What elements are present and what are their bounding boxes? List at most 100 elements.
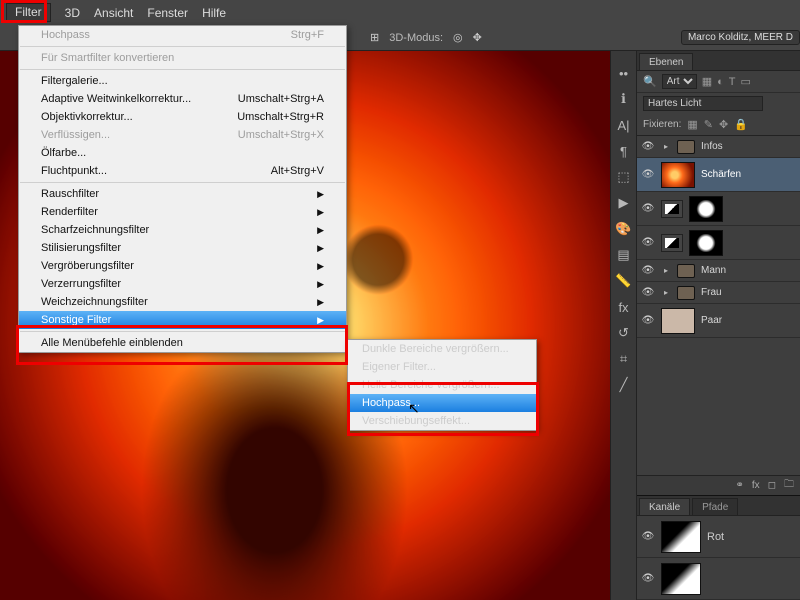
character-icon[interactable]: A|: [616, 117, 632, 133]
lock-all-icon[interactable]: 🔒: [734, 118, 748, 131]
lock-pixels-icon[interactable]: ✎: [704, 118, 713, 131]
visibility-toggle[interactable]: 👁: [641, 315, 655, 326]
menu-stilisierungsfilter[interactable]: Stilisierungsfilter▶: [19, 239, 346, 257]
collapse-icon[interactable]: ••: [616, 65, 632, 81]
panel-icon-strip: •• ℹ A| ¶ ⬚ ▶ 🎨 ▤ 📏 fx ↺ ⌗ ╱: [610, 51, 636, 600]
twirl-icon[interactable]: ▸: [661, 266, 671, 275]
menu-adaptive-weitwinkel[interactable]: Adaptive Weitwinkelkorrektur...Umschalt+…: [19, 90, 346, 108]
layer-group-mann[interactable]: 👁 ▸ Mann: [637, 260, 800, 282]
menu-show-all[interactable]: Alle Menübefehle einblenden: [19, 334, 346, 352]
layer-fx-icon[interactable]: fx: [752, 480, 760, 491]
layer-schaerfen[interactable]: 👁 Schärfen: [637, 158, 800, 192]
submenu-verschiebungseffekt[interactable]: Verschiebungseffekt...: [348, 412, 536, 430]
menu-scharfzeichnungsfilter[interactable]: Scharfzeichnungsfilter▶: [19, 221, 346, 239]
menu-hilfe[interactable]: Hilfe: [202, 6, 226, 20]
menubar: Filter 3D Ansicht Fenster Hilfe: [0, 0, 800, 25]
filter-type-icon[interactable]: T: [729, 76, 736, 88]
menu-filter[interactable]: Filter: [6, 3, 51, 22]
visibility-toggle[interactable]: 👁: [641, 531, 655, 542]
visibility-toggle[interactable]: 👁: [641, 287, 655, 298]
layer-group-frau[interactable]: 👁 ▸ Frau: [637, 282, 800, 304]
layers-footer: ⚭ fx ◻ 🗀: [637, 475, 800, 495]
history-icon[interactable]: ↺: [616, 325, 632, 341]
twirl-icon[interactable]: ▸: [661, 288, 671, 297]
submenu-eigener-filter[interactable]: Eigener Filter...: [348, 358, 536, 376]
layer-paar[interactable]: 👁 Paar: [637, 304, 800, 338]
layer-kind-select[interactable]: Art: [662, 74, 697, 89]
layer-thumbnail: [661, 308, 695, 334]
layer-adjustment-2[interactable]: 👁: [637, 226, 800, 260]
orbit-icon[interactable]: ◎: [453, 31, 463, 44]
submenu-helle-bereiche[interactable]: Helle Bereiche vergrößern...: [348, 376, 536, 394]
submenu-hochpass[interactable]: Hochpass...: [348, 394, 536, 412]
lock-position-icon[interactable]: ✥: [719, 118, 728, 131]
layer-adjustment-1[interactable]: 👁: [637, 192, 800, 226]
search-icon: 🔍: [643, 75, 657, 88]
adjustment-thumbnail: [661, 200, 683, 218]
info-icon[interactable]: ℹ: [616, 91, 632, 107]
visibility-toggle[interactable]: 👁: [641, 169, 655, 180]
3d-icon[interactable]: ⬚: [616, 169, 632, 185]
adjustment-thumbnail: [661, 234, 683, 252]
menu-sonstige-filter[interactable]: Sonstige Filter▶: [19, 311, 346, 329]
lock-transparency-icon[interactable]: ▦: [687, 118, 697, 131]
filter-menu: HochpassStrg+F Für Smartfilter konvertie…: [18, 25, 347, 353]
menu-fenster[interactable]: Fenster: [147, 6, 188, 20]
menu-verzerrungsfilter[interactable]: Verzerrungsfilter▶: [19, 275, 346, 293]
mask-thumbnail: [689, 196, 723, 222]
new-group-icon[interactable]: 🗀: [784, 477, 794, 494]
visibility-toggle[interactable]: 👁: [641, 237, 655, 248]
menu-weichzeichnungsfilter[interactable]: Weichzeichnungsfilter▶: [19, 293, 346, 311]
folder-icon: [677, 286, 695, 300]
fx-icon[interactable]: fx: [616, 299, 632, 315]
layers-list: 👁 ▸ Infos 👁 Schärfen 👁 👁 👁 ▸ Mann: [637, 135, 800, 475]
menu-rauschfilter[interactable]: Rauschfilter▶: [19, 185, 346, 203]
menu-smartfilter[interactable]: Für Smartfilter konvertieren: [19, 49, 346, 67]
menu-3d[interactable]: 3D: [65, 6, 80, 20]
visibility-toggle[interactable]: 👁: [641, 141, 655, 152]
visibility-toggle[interactable]: 👁: [641, 265, 655, 276]
twirl-icon[interactable]: ▸: [661, 142, 671, 151]
filter-shape-icon[interactable]: ▭: [741, 75, 751, 88]
lock-row: Fixieren: ▦ ✎ ✥ 🔒: [637, 114, 800, 135]
timeline-icon[interactable]: ▶: [616, 195, 632, 211]
measure-icon[interactable]: 📏: [616, 273, 632, 289]
filter-adj-icon[interactable]: ◐: [717, 76, 724, 88]
tab-kanaele[interactable]: Kanäle: [639, 498, 690, 515]
menu-last-filter[interactable]: HochpassStrg+F: [19, 26, 346, 44]
blend-mode-select[interactable]: Hartes Licht: [643, 96, 763, 111]
channel-rot[interactable]: 👁 Rot: [637, 516, 800, 558]
layers-icon[interactable]: ▤: [616, 247, 632, 263]
tab-ebenen[interactable]: Ebenen: [639, 53, 693, 70]
menu-renderfilter[interactable]: Renderfilter▶: [19, 203, 346, 221]
sonstige-filter-submenu: Dunkle Bereiche vergrößern... Eigener Fi…: [347, 339, 537, 431]
channel-row[interactable]: 👁: [637, 558, 800, 600]
menu-objektivkorrektur[interactable]: Objektivkorrektur...Umschalt+Strg+R: [19, 108, 346, 126]
paragraph-icon[interactable]: ¶: [616, 143, 632, 159]
doc-tab[interactable]: Marco Kolditz, MEER D: [681, 30, 800, 45]
menu-ansicht[interactable]: Ansicht: [94, 6, 133, 20]
swatches-icon[interactable]: 🎨: [616, 221, 632, 237]
options-icon: ⊞: [370, 31, 379, 44]
pan-icon[interactable]: ✥: [473, 31, 482, 44]
visibility-toggle[interactable]: 👁: [641, 573, 655, 584]
tab-pfade[interactable]: Pfade: [692, 498, 738, 515]
layer-mask-icon[interactable]: ◻: [768, 480, 776, 491]
visibility-toggle[interactable]: 👁: [641, 203, 655, 214]
menu-oelfarbe[interactable]: Ölfarbe...: [19, 144, 346, 162]
menu-filtergalerie[interactable]: Filtergalerie...: [19, 72, 346, 90]
filter-pixel-icon[interactable]: ▦: [702, 75, 712, 88]
menu-verfluessigen[interactable]: Verflüssigen...Umschalt+Strg+X: [19, 126, 346, 144]
brush-icon[interactable]: ╱: [616, 377, 632, 393]
channels-panel: Kanäle Pfade 👁 Rot 👁: [637, 495, 800, 600]
layer-group-infos[interactable]: 👁 ▸ Infos: [637, 136, 800, 158]
clone-icon[interactable]: ⌗: [616, 351, 632, 367]
folder-icon: [677, 264, 695, 278]
submenu-dunkle-bereiche[interactable]: Dunkle Bereiche vergrößern...: [348, 340, 536, 358]
layer-thumbnail: [661, 162, 695, 188]
menu-vergroeberungsfilter[interactable]: Vergröberungsfilter▶: [19, 257, 346, 275]
menu-fluchtpunkt[interactable]: Fluchtpunkt...Alt+Strg+V: [19, 162, 346, 180]
link-layers-icon[interactable]: ⚭: [736, 480, 744, 491]
layer-filter-row: 🔍 Art ▦ ◐ T ▭: [637, 71, 800, 93]
mode-label: 3D-Modus:: [389, 32, 443, 44]
